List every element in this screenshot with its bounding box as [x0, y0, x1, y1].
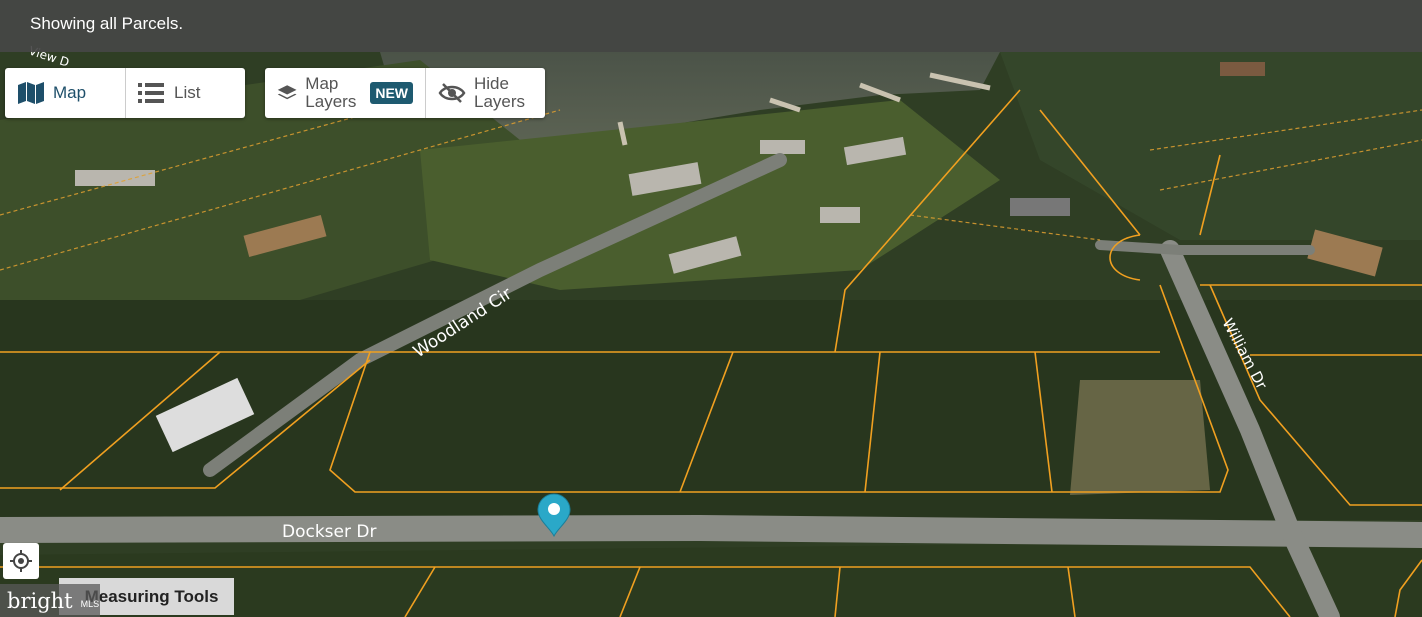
layers-icon [277, 85, 297, 100]
measuring-tools-label: Measuring Tools [84, 586, 219, 606]
map-layers-label-2: Layers [305, 92, 357, 111]
map-layers-label-1: Map [305, 74, 339, 93]
locate-me-button[interactable] [3, 543, 39, 579]
map-layers-button[interactable]: Map Layers NEW [265, 68, 425, 118]
new-badge: NEW [370, 82, 413, 104]
list-view-button[interactable]: List [125, 68, 245, 118]
street-label-dockser: Dockser Dr [282, 522, 376, 542]
list-view-label: List [174, 83, 201, 102]
list-icon [138, 83, 164, 103]
hide-layers-button[interactable]: Hide Layers [425, 68, 545, 118]
eye-slash-icon [438, 83, 466, 103]
status-message: Showing all Parcels. [30, 14, 184, 33]
crosshair-icon [10, 550, 32, 572]
brightmls-logo: bright MLS [0, 584, 100, 617]
status-bar: Showing all Parcels. [0, 0, 1422, 52]
hide-layers-label-1: Hide [474, 74, 509, 93]
map-view-button[interactable]: Map [5, 68, 125, 118]
map-icon [18, 82, 44, 104]
hide-layers-label-2: Layers [474, 92, 526, 111]
map-view-label: Map [53, 83, 87, 102]
logo-suffix: MLS [80, 598, 100, 609]
view-toggle: Map List [5, 68, 245, 118]
layers-controls: Map Layers NEW Hide Layers [265, 68, 545, 118]
logo-brand: bright [7, 588, 73, 613]
